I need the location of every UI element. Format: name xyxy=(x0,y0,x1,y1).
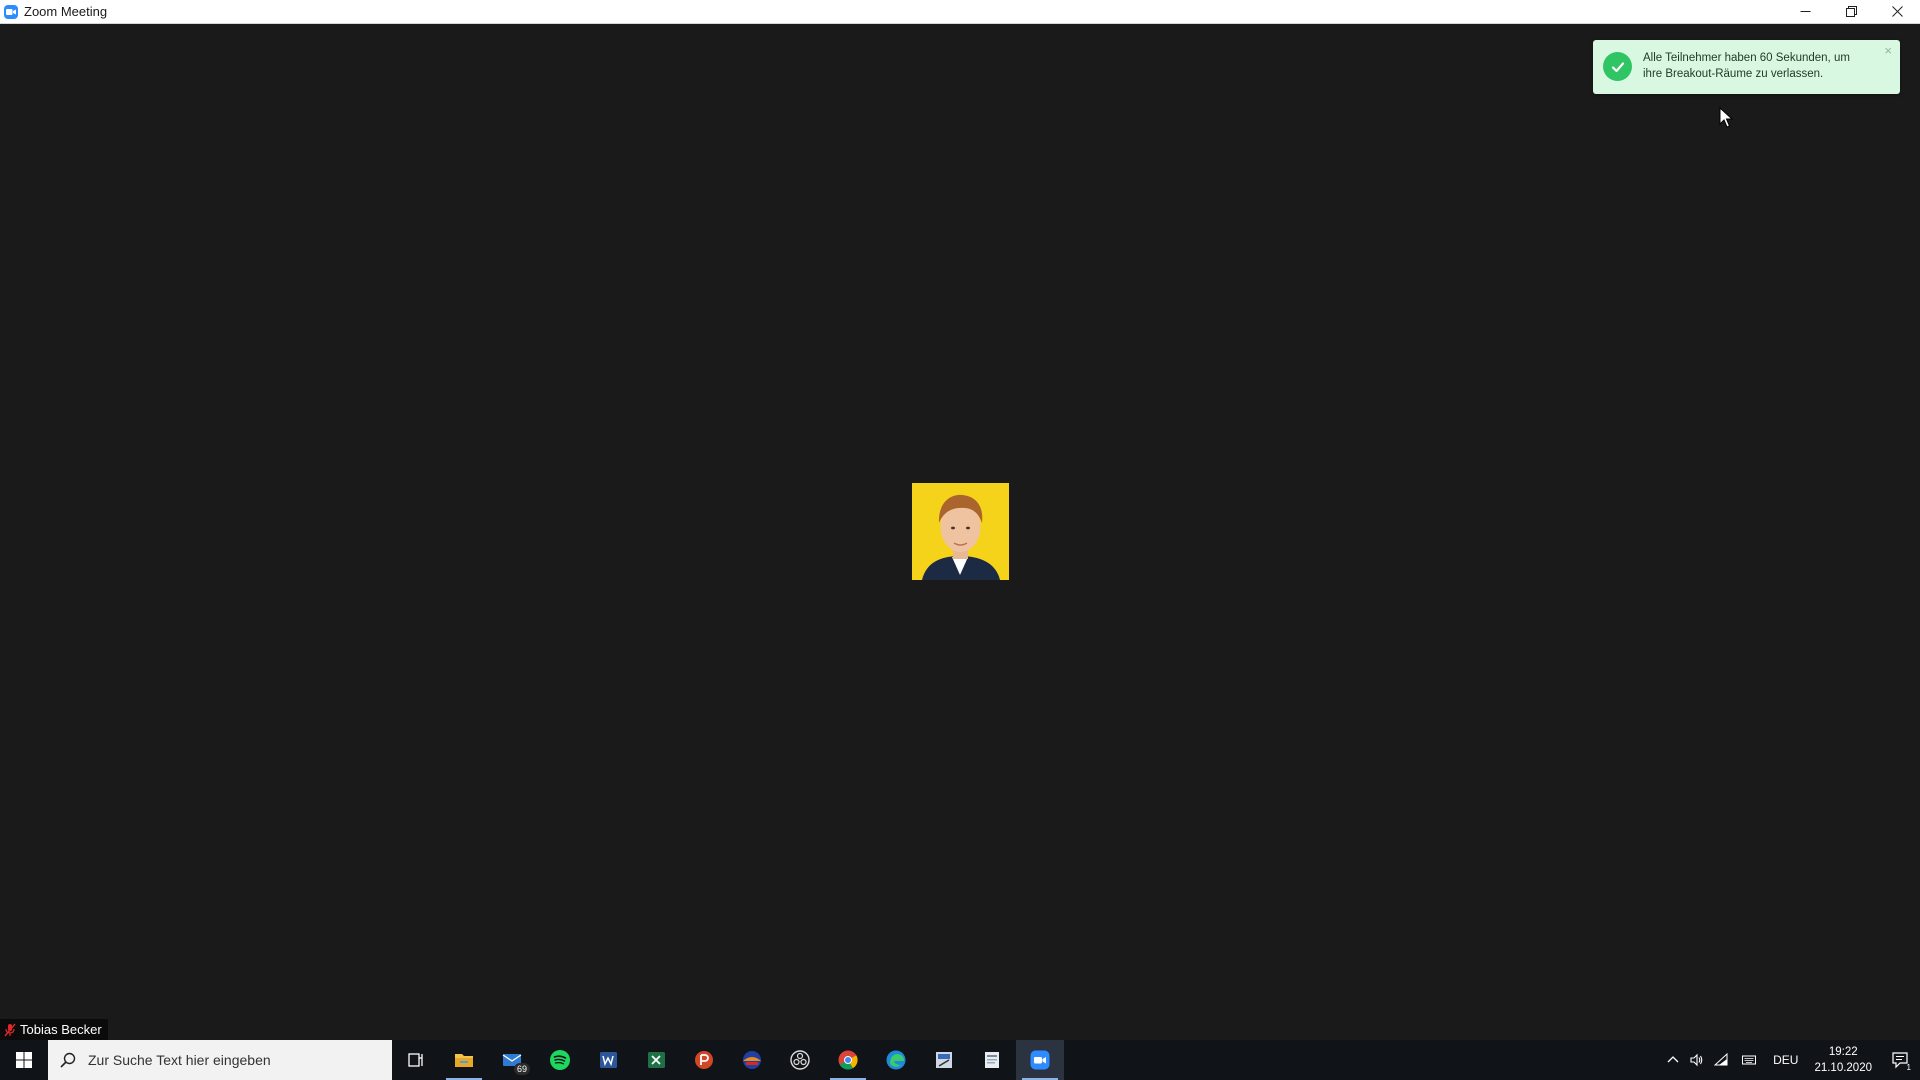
network-button[interactable] xyxy=(1709,1040,1733,1080)
restore-icon xyxy=(1845,6,1857,17)
close-icon xyxy=(1891,6,1903,17)
mouse-cursor-icon xyxy=(1719,107,1733,128)
minimize-icon xyxy=(1800,11,1810,12)
taskbar-app-tool[interactable] xyxy=(920,1040,968,1080)
taskbar-edge[interactable] xyxy=(872,1040,920,1080)
taskbar-powerpoint[interactable] xyxy=(680,1040,728,1080)
show-hidden-icons-button[interactable] xyxy=(1661,1040,1685,1080)
taskbar-file-explorer[interactable] xyxy=(440,1040,488,1080)
app-circle-icon xyxy=(743,1051,761,1069)
keyboard-icon xyxy=(1742,1055,1757,1065)
document-icon xyxy=(985,1052,999,1068)
window-title: Zoom Meeting xyxy=(24,4,108,19)
spotify-icon xyxy=(550,1050,570,1070)
powerpoint-icon xyxy=(695,1051,713,1069)
chevron-up-icon xyxy=(1667,1056,1679,1063)
profile-photo xyxy=(912,483,1009,580)
notification-close-button[interactable]: × xyxy=(1884,44,1892,57)
wifi-icon xyxy=(1714,1053,1728,1066)
taskbar-app-circle[interactable] xyxy=(728,1040,776,1080)
word-icon xyxy=(600,1052,617,1068)
action-center-button[interactable]: 1 xyxy=(1880,1040,1920,1080)
close-button[interactable] xyxy=(1874,0,1920,23)
system-tray: DEU 19:22 21.10.2020 1 xyxy=(1661,1040,1920,1080)
notification-message: Alle Teilnehmer haben 60 Sekunden, um ih… xyxy=(1643,52,1850,80)
start-button[interactable] xyxy=(0,1040,48,1080)
windows-taskbar: 69 xyxy=(0,1040,1920,1080)
zoom-icon xyxy=(1030,1050,1050,1070)
taskbar-chrome[interactable] xyxy=(824,1040,872,1080)
window-controls xyxy=(1782,0,1920,23)
obs-icon xyxy=(790,1050,810,1070)
taskbar-zoom[interactable] xyxy=(1016,1040,1064,1080)
clock-time: 19:22 xyxy=(1828,1046,1858,1058)
search-icon xyxy=(60,1052,76,1068)
keyboard-button[interactable] xyxy=(1733,1040,1765,1080)
participant-name: Tobias Becker xyxy=(20,1022,102,1037)
taskbar-spotify[interactable] xyxy=(536,1040,584,1080)
folder-icon xyxy=(455,1054,473,1067)
clock[interactable]: 19:22 21.10.2020 xyxy=(1806,1044,1880,1076)
notification-count: 1 xyxy=(1906,1063,1911,1072)
clock-date: 21.10.2020 xyxy=(1814,1062,1872,1074)
minimize-button[interactable] xyxy=(1782,0,1828,23)
windows-logo-icon xyxy=(16,1052,32,1068)
mail-badge: 69 xyxy=(513,1063,530,1075)
app-tool-icon xyxy=(936,1052,952,1068)
task-view-button[interactable] xyxy=(392,1040,440,1080)
volume-button[interactable] xyxy=(1685,1040,1709,1080)
taskbar-word[interactable] xyxy=(584,1040,632,1080)
taskbar-excel[interactable] xyxy=(632,1040,680,1080)
language-indicator[interactable]: DEU xyxy=(1765,1053,1806,1067)
task-view-icon xyxy=(408,1053,423,1067)
participant-name-label: Tobias Becker xyxy=(0,1019,108,1040)
participant-avatar xyxy=(912,483,1009,580)
mic-muted-icon xyxy=(4,1023,16,1036)
edge-icon xyxy=(886,1050,906,1070)
search-input[interactable] xyxy=(86,1051,380,1069)
check-icon xyxy=(1603,52,1632,81)
zoom-app-icon xyxy=(4,4,18,19)
taskbar-obs[interactable] xyxy=(776,1040,824,1080)
taskbar-mail[interactable]: 69 xyxy=(488,1040,536,1080)
restore-button[interactable] xyxy=(1828,0,1874,23)
taskbar-app-doc[interactable] xyxy=(968,1040,1016,1080)
volume-icon xyxy=(1690,1053,1703,1067)
breakout-notification-toast: Alle Teilnehmer haben 60 Sekunden, um ih… xyxy=(1593,40,1900,94)
taskbar-search[interactable] xyxy=(48,1040,392,1080)
excel-icon xyxy=(648,1052,665,1068)
window-titlebar: Zoom Meeting xyxy=(0,0,1920,24)
chrome-icon xyxy=(838,1050,858,1070)
